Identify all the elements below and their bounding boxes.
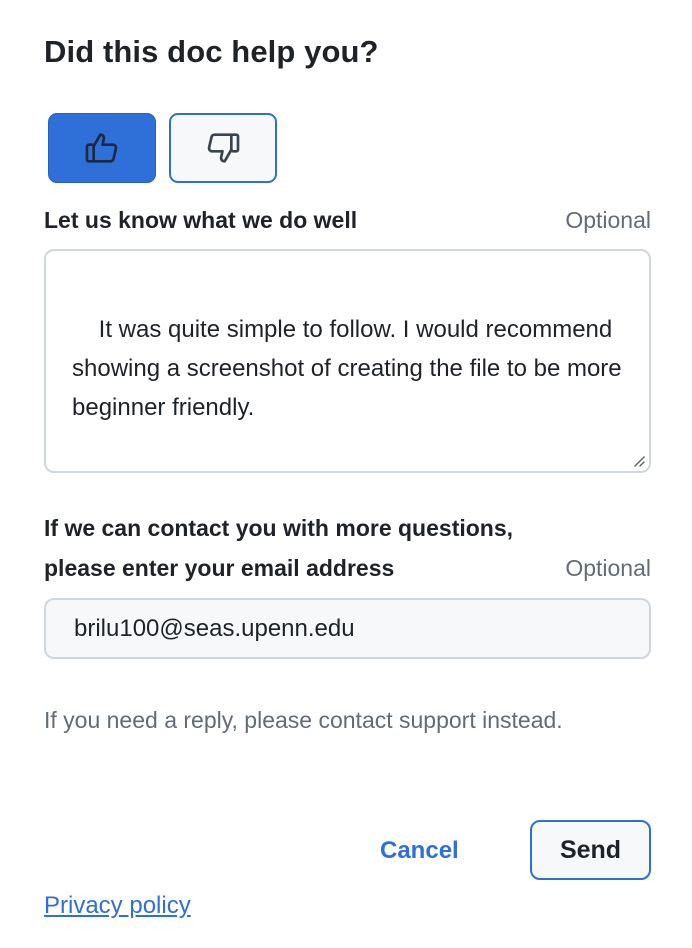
support-hint: If you need a reply, please contact supp… [44, 707, 563, 733]
comment-textarea[interactable]: It was quite simple to follow. I would r… [44, 249, 651, 473]
email-value: brilu100@seas.upenn.edu [74, 614, 355, 642]
comment-label-row: Let us know what we do well Optional [44, 200, 651, 240]
email-optional-tag: Optional [565, 555, 651, 581]
cancel-button[interactable]: Cancel [380, 830, 459, 872]
email-label: If we can contact you with more question… [44, 508, 513, 588]
send-button[interactable]: Send [530, 820, 651, 880]
feedback-title: Did this doc help you? [44, 34, 379, 69]
comment-optional-tag: Optional [565, 207, 651, 233]
email-label-line2: please enter your email address [44, 555, 395, 581]
vote-buttons [48, 113, 277, 183]
thumbs-up-button[interactable] [48, 113, 156, 183]
email-label-row: If we can contact you with more question… [44, 508, 651, 588]
email-label-line1: If we can contact you with more question… [44, 515, 514, 541]
comment-label: Let us know what we do well [44, 207, 358, 233]
privacy-policy-link[interactable]: Privacy policy [44, 886, 191, 926]
email-field[interactable]: brilu100@seas.upenn.edu [44, 598, 651, 659]
thumbs-down-button[interactable] [169, 113, 277, 183]
resize-handle-icon[interactable] [630, 452, 646, 468]
thumbs-up-icon [85, 133, 118, 163]
comment-text: It was quite simple to follow. I would r… [72, 316, 629, 421]
feedback-panel: Did this doc help you? Let us know what … [44, 0, 651, 948]
thumbs-down-icon [207, 133, 240, 163]
